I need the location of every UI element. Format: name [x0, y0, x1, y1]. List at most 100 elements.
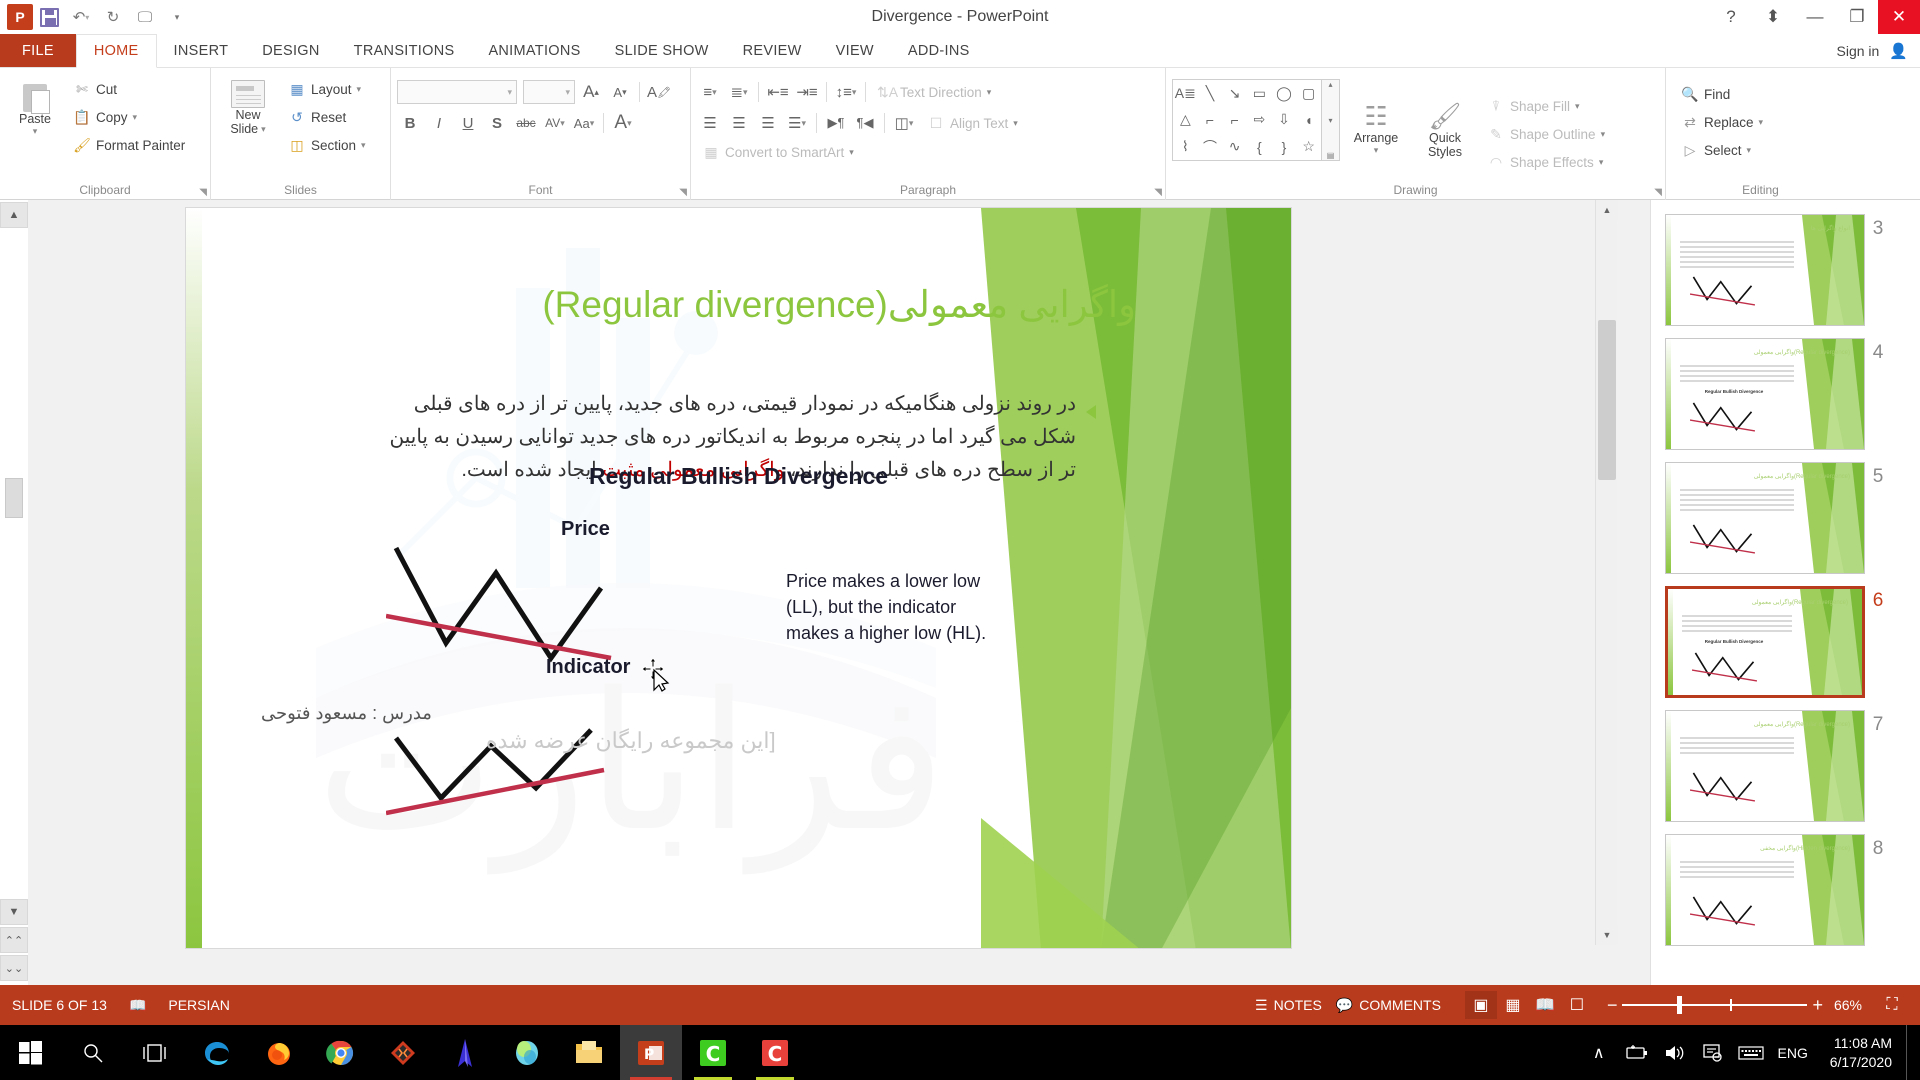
left-scroll-thumb[interactable]	[5, 478, 23, 518]
show-desktop-button[interactable]	[1906, 1025, 1914, 1080]
slide-show-button[interactable]: ☐	[1561, 991, 1593, 1019]
convert-to-smartart-button[interactable]: ▦ Convert to SmartArt ▾	[697, 139, 859, 165]
blue-app-icon[interactable]	[434, 1025, 496, 1080]
save-icon[interactable]	[33, 1, 65, 33]
tab-file[interactable]: FILE	[0, 34, 76, 67]
shape-item-7[interactable]: ⌐	[1198, 107, 1223, 134]
find-button[interactable]: 🔍 Find	[1676, 81, 1768, 107]
battery-icon[interactable]	[1618, 1025, 1656, 1080]
restore-button[interactable]: ❐	[1836, 0, 1878, 34]
spelling-icon[interactable]: 📖	[129, 997, 146, 1014]
scroll-up-icon[interactable]: ▴	[1328, 80, 1332, 89]
cut-button[interactable]: ✄ Cut	[68, 76, 190, 102]
zoom-in-button[interactable]: +	[1812, 995, 1823, 1016]
folder-icon[interactable]	[558, 1025, 620, 1080]
teacher-credit[interactable]: مدرس : مسعود فتوحی	[261, 703, 432, 724]
close-button[interactable]: ✕	[1878, 0, 1920, 34]
slide-thumbnail-7[interactable]: (Regular divergence)واگرایی معمولی	[1665, 710, 1865, 822]
chrome-icon[interactable]	[310, 1025, 372, 1080]
slide-canvas[interactable]: فرابارت واگرایی معمولی(Regular divergenc…	[185, 207, 1292, 949]
font-dialog-launcher[interactable]: ◥	[679, 187, 687, 198]
show-hidden-icons[interactable]: ∧	[1580, 1025, 1618, 1080]
shape-effects-button[interactable]: ◠ Shape Effects ▾	[1482, 149, 1610, 175]
grow-font-button[interactable]: A▴	[578, 79, 604, 105]
slide-thumbnail-3[interactable]: انواع واگرایی ها	[1665, 214, 1865, 326]
firefox-icon[interactable]	[248, 1025, 310, 1080]
slide-thumbnail-4[interactable]: (Regular divergence)واگرایی معمولیRegula…	[1665, 338, 1865, 450]
reading-view-button[interactable]: 📖	[1529, 991, 1561, 1019]
select-button[interactable]: ▷ Select ▾	[1676, 137, 1768, 163]
zoom-slider-handle[interactable]	[1677, 996, 1682, 1014]
volume-icon[interactable]	[1656, 1025, 1694, 1080]
shape-item-5[interactable]: ▢	[1296, 80, 1321, 107]
shape-item-4[interactable]: ◯	[1272, 80, 1297, 107]
font-color-button[interactable]: A▾	[610, 110, 636, 136]
shapes-gallery-scroller[interactable]: ▴ ▾ ▤	[1322, 79, 1340, 161]
next-slide-button[interactable]: ⌄⌄	[0, 955, 28, 981]
slide-title[interactable]: واگرایی معمولی(Regular divergence)	[266, 283, 1136, 326]
sphere-icon[interactable]	[496, 1025, 558, 1080]
comments-button[interactable]: 💬 COMMENTS	[1336, 997, 1441, 1014]
previous-slide-button[interactable]: ⌃⌃	[0, 927, 28, 953]
shrink-font-button[interactable]: A▾	[607, 79, 633, 105]
scroll-up-arrow-icon[interactable]: ▲	[1596, 200, 1618, 220]
thumbnail-row[interactable]: (Regular divergence)واگرایی معمولی7	[1651, 704, 1920, 828]
language-indicator[interactable]: PERSIAN	[168, 997, 229, 1013]
shape-outline-button[interactable]: ✎ Shape Outline ▾	[1482, 121, 1610, 147]
thumbnail-row[interactable]: (Regular divergence)واگرایی معمولیRegula…	[1651, 580, 1920, 704]
italic-button[interactable]: I	[426, 110, 452, 136]
shape-item-9[interactable]: ⇨	[1247, 107, 1272, 134]
scroll-down-icon[interactable]: ▾	[1328, 116, 1332, 125]
underline-button[interactable]: U	[455, 110, 481, 136]
drawing-dialog-launcher[interactable]: ◥	[1654, 187, 1662, 198]
slide-vertical-scrollbar[interactable]: ▲ ▼	[1595, 200, 1617, 945]
normal-view-button[interactable]: ▣	[1465, 991, 1497, 1019]
format-painter-button[interactable]: 🖌 Format Painter	[68, 132, 190, 158]
arrange-button[interactable]: ☷ Arrange ▾	[1340, 79, 1412, 156]
tab-slide-show[interactable]: SLIDE SHOW	[598, 34, 726, 67]
shape-item-1[interactable]: ╲	[1198, 80, 1223, 107]
scroll-down-arrow-icon[interactable]: ▼	[1596, 925, 1618, 945]
font-size-input[interactable]: ▾	[523, 80, 575, 104]
replace-button[interactable]: ⇄ Replace ▾	[1676, 109, 1768, 135]
slide-counter[interactable]: SLIDE 6 OF 13	[12, 997, 107, 1013]
columns-button[interactable]: ◫▾	[891, 110, 917, 136]
shape-fill-button[interactable]: ⍒ Shape Fill ▾	[1482, 93, 1610, 119]
shape-item-13[interactable]: ⌒	[1198, 133, 1223, 160]
input-language-indicator[interactable]: ENG	[1770, 1025, 1816, 1080]
align-text-button[interactable]: ☐ Align Text ▾	[922, 110, 1023, 136]
copy-button[interactable]: 📋 Copy ▾	[68, 104, 190, 130]
clock[interactable]: 11:08 AM 6/17/2020	[1816, 1034, 1906, 1072]
task-view-icon[interactable]	[124, 1025, 186, 1080]
paragraph-dialog-launcher[interactable]: ◥	[1154, 187, 1162, 198]
slide-thumbnail-5[interactable]: (Regular divergence)واگرایی معمولی	[1665, 462, 1865, 574]
shape-item-11[interactable]: ◖	[1296, 107, 1321, 134]
bullets-button[interactable]: ≡▾	[697, 79, 723, 105]
font-name-input[interactable]: ▾	[397, 80, 517, 104]
vscode-icon[interactable]	[372, 1025, 434, 1080]
shape-item-12[interactable]: ⌇	[1173, 133, 1198, 160]
chart-note-text[interactable]: Price makes a lower low (LL), but the in…	[786, 568, 996, 646]
keyboard-icon[interactable]	[1732, 1025, 1770, 1080]
search-icon[interactable]	[62, 1025, 124, 1080]
shape-item-0[interactable]: A≣	[1173, 80, 1198, 107]
sign-in-area[interactable]: Sign in 👤	[1837, 34, 1920, 67]
ribbon-display-options-button[interactable]: ⬍	[1752, 0, 1794, 34]
green-c-app-icon[interactable]: C	[682, 1025, 744, 1080]
ltr-button[interactable]: ▶¶	[823, 110, 849, 136]
shapes-gallery[interactable]: A≣╲↘▭◯▢△⌐⌐⇨⇩◖⌇⌒∿{}☆	[1172, 79, 1322, 161]
increase-indent-button[interactable]: ⇥≡	[794, 79, 820, 105]
notification-icon[interactable]	[1694, 1025, 1732, 1080]
numbering-button[interactable]: ≣▾	[726, 79, 752, 105]
notes-button[interactable]: ☰ NOTES	[1255, 997, 1322, 1014]
layout-button[interactable]: ▦ Layout ▾	[283, 76, 371, 102]
thumbnail-row[interactable]: (Regular divergence)واگرایی معمولیRegula…	[1651, 332, 1920, 456]
redo-icon[interactable]: ↻	[97, 1, 129, 33]
bold-button[interactable]: B	[397, 110, 423, 136]
help-button[interactable]: ?	[1710, 0, 1752, 34]
shape-item-15[interactable]: {	[1247, 133, 1272, 160]
shape-item-6[interactable]: △	[1173, 107, 1198, 134]
text-shadow-button[interactable]: S	[484, 110, 510, 136]
slide-scroll-thumb[interactable]	[1598, 320, 1616, 480]
shape-item-17[interactable]: ☆	[1296, 133, 1321, 160]
